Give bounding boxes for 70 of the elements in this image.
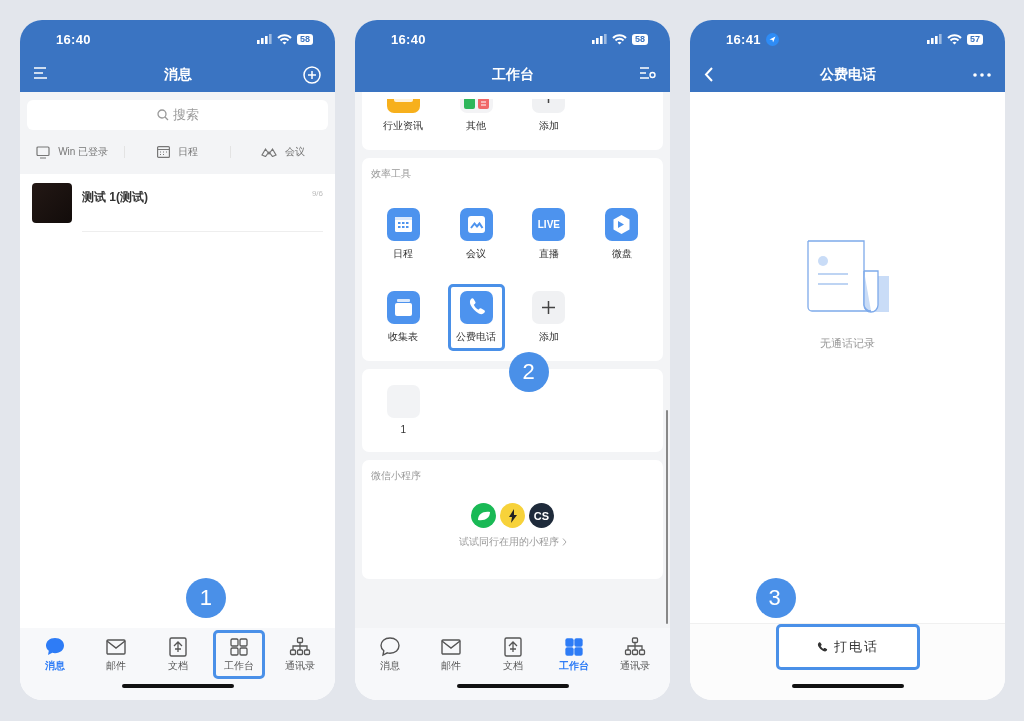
scrollbar[interactable] [666,410,668,624]
phone-icon [816,641,828,653]
app-tile[interactable]: 添加 [520,92,578,140]
mini-program-icon[interactable] [500,503,525,528]
step-number: 2 [508,352,549,392]
search-icon [156,109,169,121]
app-tile[interactable]: 其他 [447,92,505,140]
wifi-icon [612,33,627,45]
section-title: 微信小程序 [371,469,422,481]
tab-bar-item[interactable]: 消息 [367,629,412,679]
chat-icon [378,635,401,657]
meeting-icon [459,208,493,241]
screen-title: 工作台 [491,66,534,84]
app-tile[interactable]: LIVE 直播 [520,201,578,268]
shortcut-label[interactable]: 日程 [178,145,198,159]
signal-icon [257,34,272,44]
wifi-icon [277,33,292,45]
tab-bar-item[interactable]: 通讯录 [609,629,662,679]
battery-indicator: 58 [632,33,648,45]
empty-state-text: 无通话记录 [820,336,875,351]
chat-name[interactable]: 测试 1(测试) [82,189,148,203]
more-icon[interactable] [973,73,991,77]
section-title: 效率工具 [371,167,412,179]
document-icon [166,635,189,657]
meeting-icon [260,147,277,157]
add-icon[interactable] [303,66,321,84]
phone-icon [459,291,493,324]
tab-bar-item[interactable]: 工作台 [547,629,600,679]
chat-icon [43,635,66,657]
battery-indicator: 57 [967,33,983,45]
step-number: 3 [755,578,796,618]
status-time: 16:41 [726,31,761,47]
tab-bar-item[interactable]: 消息 [32,629,77,679]
app-tile[interactable]: 行业资讯 [375,92,432,140]
screen-title: 公费电话 [819,66,876,84]
menu-icon[interactable] [34,67,48,79]
battery-indicator: 58 [297,33,313,45]
org-chart-icon [624,635,647,657]
shortcut-label[interactable]: 会议 [284,145,305,159]
chat-date: 9/6 [311,189,323,199]
screen-title: 消息 [163,66,192,84]
status-time: 16:40 [391,31,426,47]
shortcut-label[interactable]: Win 已登录 [58,145,109,159]
calendar-icon [386,208,420,241]
tab-bar-item[interactable]: 通讯录 [274,629,327,679]
chevron-icon [561,538,567,546]
monitor-icon [36,145,51,159]
tab-bar-item[interactable]: 邮件 [94,629,139,679]
app-tile[interactable]: 微盘 [593,201,650,268]
app-tile[interactable]: 收集表 [375,284,432,351]
tab-bar-item[interactable]: 文档 [490,629,535,679]
app-tile[interactable]: 1 [375,378,432,442]
live-icon: LIVE [532,208,566,241]
back-icon[interactable] [704,67,713,82]
signal-icon [927,34,942,44]
drive-icon [605,208,639,241]
wifi-icon [947,33,962,45]
app-tile[interactable]: 会议 [447,201,505,268]
document-icon [501,635,524,657]
form-icon [386,291,420,324]
status-time: 16:40 [56,31,91,47]
grid-icon [227,635,250,657]
mini-program-icon[interactable]: CS [529,503,554,528]
app-tile[interactable]: 日程 [375,201,432,268]
tab-bar-item[interactable]: 邮件 [429,629,474,679]
calendar-icon [157,146,170,158]
org-chart-icon [289,635,312,657]
signal-icon [592,34,607,44]
settings-icon[interactable] [640,66,656,80]
grid-icon [562,635,585,657]
